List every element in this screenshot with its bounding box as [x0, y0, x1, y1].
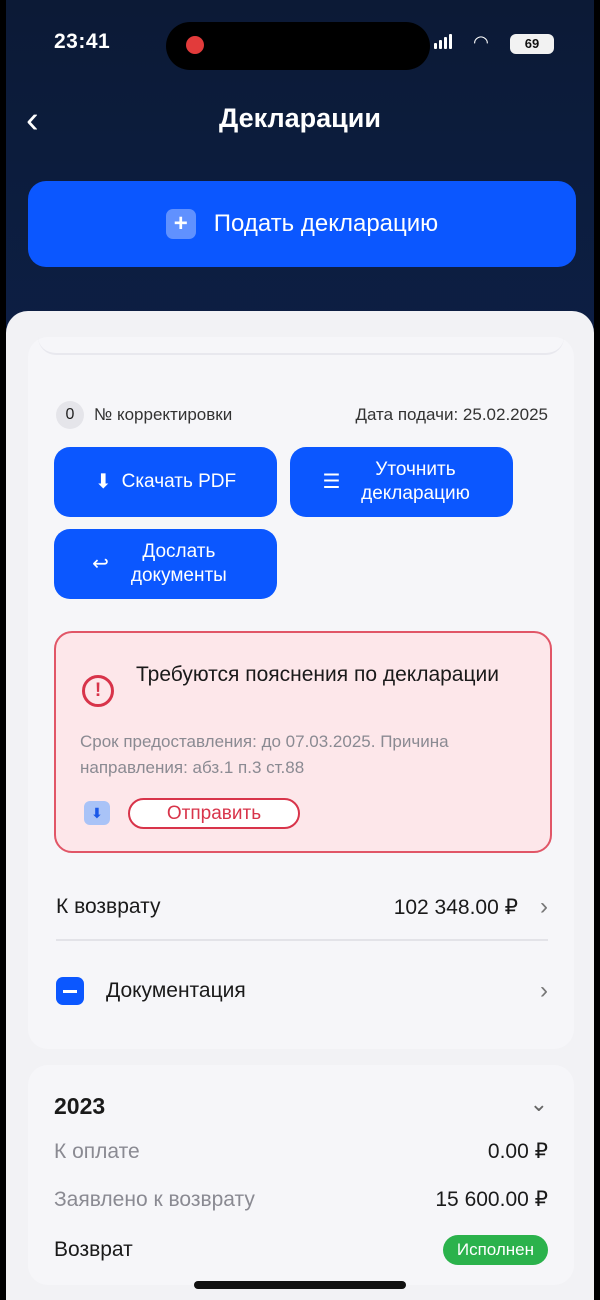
collapsed-card-edge [38, 337, 564, 355]
app-screen: 23:41 ◠ 69 ‹ Декларации + Подать деклара… [6, 0, 594, 1300]
warning-circle-icon: ! [82, 675, 114, 707]
to-pay-label: К оплате [54, 1139, 140, 1163]
send-documents-label: Дослать документы [130, 541, 227, 586]
to-pay-row: К оплате 0.00 ₽ [54, 1139, 548, 1164]
content-sheet: 0 № корректировки Дата подачи: 25.02.202… [6, 311, 594, 1300]
correction-label: № корректировки [94, 405, 233, 424]
cellular-signal-icon [434, 34, 452, 49]
clarify-declaration-button[interactable]: ☰ Уточнить декларацию [290, 447, 513, 517]
refund-label: К возврату [56, 895, 161, 918]
correction-number-badge: 0 [56, 401, 84, 429]
to-pay-value: 0.00 ₽ [487, 1140, 548, 1163]
reply-arrow-icon: ↩ [92, 553, 109, 575]
send-explanation-button[interactable]: Отправить [128, 798, 300, 829]
download-pdf-button[interactable]: ⬇ Скачать PDF [54, 447, 277, 517]
page-title: Декларации [219, 103, 381, 133]
year-2023-card: 2023 ⌄ К оплате 0.00 ₽ Заявлено к возвра… [28, 1065, 574, 1285]
status-badge: Исполнен [442, 1235, 548, 1265]
edit-list-icon: ☰ [322, 471, 341, 493]
declaration-meta: 0 № корректировки Дата подачи: 25.02.202… [56, 401, 548, 429]
claimed-refund-row: Заявлено к возврату 15 600.00 ₽ [54, 1187, 548, 1212]
year-title: 2023 [54, 1093, 106, 1119]
divider [56, 939, 548, 941]
chevron-down-icon[interactable]: ⌄ [530, 1091, 548, 1117]
refund-row[interactable]: К возврату 102 348.00 ₽ › [56, 877, 548, 937]
refund-status-row: Возврат Исполнен [54, 1235, 548, 1265]
send-documents-button[interactable]: ↩ Дослать документы [54, 529, 277, 599]
plus-icon: + [165, 209, 196, 239]
documentation-row[interactable]: Документация › [56, 961, 548, 1021]
home-indicator[interactable] [194, 1281, 406, 1289]
chevron-right-icon: › [540, 977, 548, 1004]
submit-declaration-button[interactable]: + Подать декларацию [28, 181, 576, 267]
submission-date: Дата подачи: 25.02.2025 [355, 405, 548, 424]
claimed-refund-value: 15 600.00 ₽ [435, 1188, 548, 1211]
claimed-refund-label: Заявлено к возврату [54, 1187, 255, 1211]
submit-declaration-label: Подать декларацию [213, 210, 439, 237]
wifi-icon: ◠ [474, 32, 488, 52]
alert-title: Требуются пояснения по декларации [136, 663, 499, 686]
alert-description: Срок предоставления: до 07.03.2025. Прич… [80, 732, 449, 777]
folder-icon [56, 977, 84, 1005]
download-icon: ⬇ [94, 471, 112, 493]
clarify-declaration-label: Уточнить декларацию [361, 459, 470, 504]
refund-status-label: Возврат [54, 1238, 133, 1261]
refund-amount: 102 348.00 ₽ [393, 895, 518, 919]
declaration-card: 0 № корректировки Дата подачи: 25.02.202… [28, 337, 574, 1049]
dynamic-island [166, 22, 430, 70]
battery-icon: 69 [510, 34, 554, 54]
chevron-right-icon: › [540, 893, 548, 920]
explanation-required-alert: ! Требуются пояснения по декларации Срок… [54, 631, 552, 853]
download-file-icon[interactable]: ⬇ [84, 801, 110, 825]
status-time: 23:41 [54, 30, 111, 53]
documentation-label: Документация [106, 979, 246, 1002]
status-bar: 23:41 ◠ 69 [6, 22, 594, 70]
recording-indicator-icon [186, 36, 204, 54]
download-pdf-label: Скачать PDF [121, 471, 237, 492]
